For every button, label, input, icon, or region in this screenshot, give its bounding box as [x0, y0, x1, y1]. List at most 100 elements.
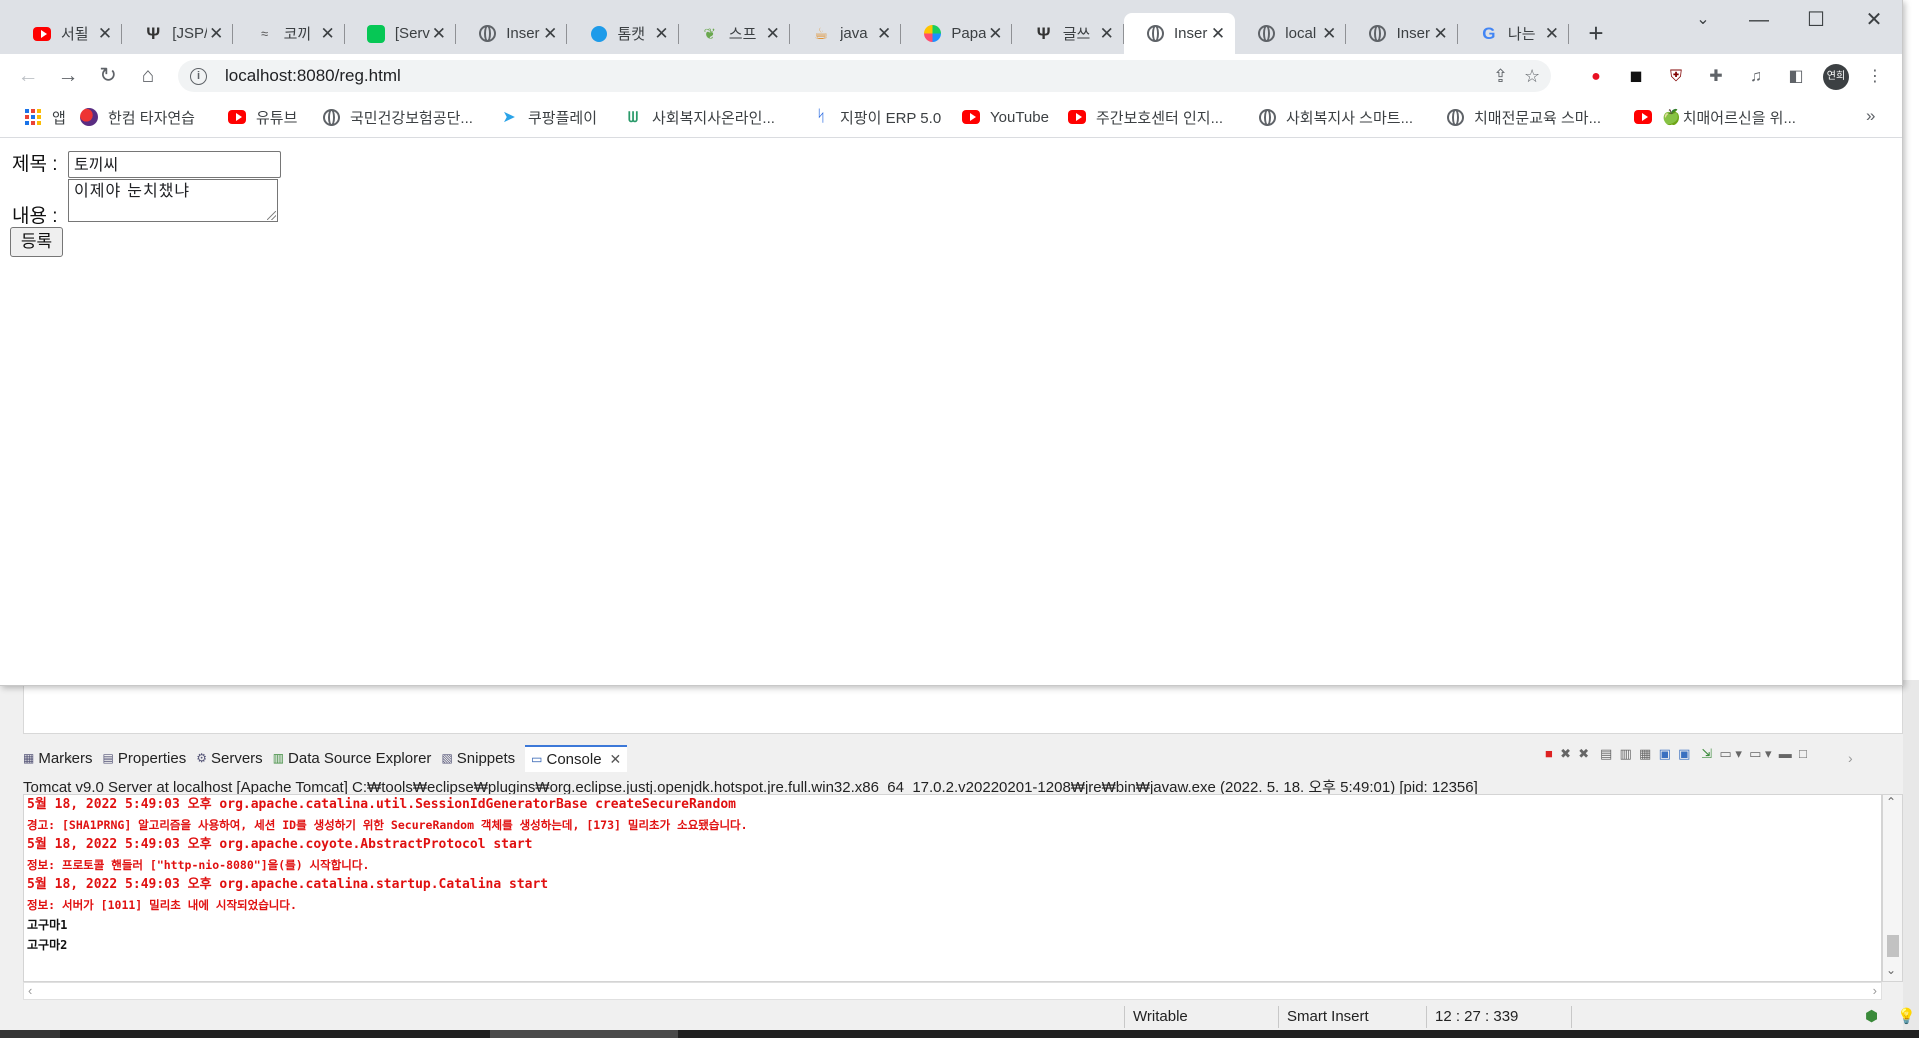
close-icon[interactable]: ✕: [430, 24, 448, 44]
close-icon[interactable]: ✕: [319, 24, 337, 44]
scroll-lock-icon[interactable]: ▥: [1620, 746, 1632, 761]
tab-console[interactable]: ▭ Console ✕: [525, 744, 628, 772]
minimize-icon[interactable]: ▬: [1779, 746, 1792, 761]
content-textarea[interactable]: 이제야 눈치챘냐: [68, 179, 278, 222]
close-icon[interactable]: ✕: [541, 24, 559, 44]
tab-properties[interactable]: ▤ Properties: [103, 750, 187, 767]
close-icon[interactable]: ✕: [653, 24, 671, 44]
close-icon[interactable]: ✕: [875, 24, 893, 44]
browser-tab[interactable]: G 나는 ✕: [1458, 13, 1569, 54]
bookmark-star-icon[interactable]: ☆: [1524, 60, 1540, 92]
bookmark-item[interactable]: YouTube: [962, 105, 1049, 129]
bookmark-item[interactable]: 한컴 타자연습: [80, 105, 195, 129]
bookmark-item[interactable]: ᛋ 지팡이 ERP 5.0: [812, 105, 941, 129]
reload-button[interactable]: ↻: [93, 61, 123, 91]
chevron-down-icon[interactable]: ⌄: [1886, 963, 1896, 977]
tab-markers[interactable]: ▦ Markers: [23, 750, 93, 767]
browser-tab[interactable]: [Serv ✕: [345, 13, 456, 54]
back-button[interactable]: ←: [13, 61, 43, 91]
chevron-down-icon[interactable]: ▾: [1765, 746, 1772, 761]
close-icon[interactable]: ✕: [207, 24, 225, 44]
console-vertical-scrollbar[interactable]: ⌃ ⌄: [1882, 794, 1903, 982]
browser-tab[interactable]: Ψ 글쓰 ✕: [1013, 13, 1124, 54]
browser-tab[interactable]: 서될 ✕: [11, 13, 122, 54]
browser-tab[interactable]: local ✕: [1235, 13, 1347, 54]
bookmark-item[interactable]: 국민건강보험공단...: [322, 105, 473, 129]
browser-tab[interactable]: Papa ✕: [901, 13, 1013, 54]
bookmark-item[interactable]: ➤ 쿠팡플레이: [500, 105, 597, 129]
browser-tab[interactable]: Inser ✕: [456, 13, 568, 54]
scroll-left-icon[interactable]: ‹: [28, 983, 32, 998]
tab-servers[interactable]: ⚙ Servers: [196, 750, 262, 767]
close-icon[interactable]: ✕: [1432, 24, 1450, 44]
side-panel-icon[interactable]: ◧: [1785, 66, 1807, 88]
pin-console-icon[interactable]: ⇲: [1701, 746, 1712, 761]
word-wrap-icon[interactable]: ▦: [1639, 746, 1651, 761]
open-console-icon[interactable]: ▭: [1749, 746, 1761, 761]
ublock-icon[interactable]: ⛨: [1665, 66, 1687, 88]
browser-tab[interactable]: 톰캣 ✕: [568, 13, 679, 54]
console-output[interactable]: 5월 18, 2022 5:49:03 오후 org.apache.catali…: [23, 794, 1882, 982]
browser-tab[interactable]: Ψ [JSP/✕: [122, 13, 234, 54]
opera-extension-icon[interactable]: ●: [1585, 66, 1607, 88]
dark-extension-icon[interactable]: ◼: [1625, 66, 1647, 88]
tab-search-icon[interactable]: ⌄: [1680, 6, 1726, 36]
bookmark-item[interactable]: 주간보호센터 인지...: [1068, 105, 1223, 129]
close-icon[interactable]: ✕: [1209, 24, 1227, 44]
media-control-icon[interactable]: ♫: [1745, 66, 1767, 88]
title-input[interactable]: 토끼씨: [68, 151, 281, 178]
new-tab-button[interactable]: +: [1581, 18, 1611, 49]
show-on-output-icon[interactable]: ▣: [1659, 746, 1671, 761]
scroll-thumb[interactable]: [1887, 935, 1899, 957]
update-icon[interactable]: ⬢: [1865, 1007, 1878, 1025]
bookmark-item[interactable]: 치매전문교육 스마...: [1446, 105, 1601, 129]
browser-tab[interactable]: ❦ 스프 ✕: [679, 13, 790, 54]
site-info-icon[interactable]: i: [190, 67, 207, 85]
bookmark-item[interactable]: ᗯ 사회복지사온라인...: [624, 105, 775, 129]
display-console-icon[interactable]: ▭: [1719, 746, 1731, 761]
show-on-error-icon[interactable]: ▣: [1678, 746, 1690, 761]
close-icon[interactable]: ✕: [1098, 24, 1116, 44]
address-bar[interactable]: i localhost:8080/reg.html ⇪ ☆: [178, 60, 1551, 92]
bookmark-item[interactable]: 🍏 치매어르신을 위...: [1634, 105, 1796, 129]
close-icon[interactable]: ✕: [986, 24, 1004, 44]
bookmarks-more-icon[interactable]: »: [1866, 106, 1875, 126]
close-icon[interactable]: ✕: [764, 24, 782, 44]
close-icon[interactable]: ✕: [1320, 24, 1338, 44]
browser-tab[interactable]: Inser ✕: [1124, 13, 1235, 54]
remove-all-icon[interactable]: ✖: [1578, 746, 1589, 761]
chevron-down-icon[interactable]: ▾: [1735, 746, 1742, 761]
tab-snippets[interactable]: ▧ Snippets: [441, 750, 515, 767]
tab-data-source-explorer[interactable]: ▥ Data Source Explorer: [273, 750, 432, 767]
url-text[interactable]: localhost:8080/reg.html: [225, 66, 401, 86]
browser-tab[interactable]: ≈ 코끼 ✕: [234, 13, 345, 54]
bookmark-item[interactable]: 사회복지사 스마트...: [1258, 105, 1413, 129]
close-window-button[interactable]: ✕: [1851, 6, 1897, 36]
menu-icon[interactable]: ⋮: [1864, 66, 1886, 88]
close-icon[interactable]: ✕: [610, 751, 622, 768]
editor-horizontal-scrollbar[interactable]: ‹ ›: [23, 714, 1853, 766]
resize-handle-icon[interactable]: [267, 211, 276, 220]
scroll-right-icon[interactable]: ›: [1873, 983, 1877, 998]
extensions-puzzle-icon[interactable]: ✚: [1705, 66, 1727, 88]
browser-tab[interactable]: ☕ java ✕: [790, 13, 902, 54]
close-icon[interactable]: ✕: [1543, 24, 1561, 44]
bookmark-item[interactable]: 유튜브: [228, 105, 297, 129]
submit-button[interactable]: 등록: [10, 227, 63, 257]
forward-button[interactable]: →: [53, 61, 83, 91]
browser-tab[interactable]: Inser ✕: [1347, 13, 1458, 54]
console-horizontal-scrollbar[interactable]: ‹ ›: [23, 982, 1882, 1000]
maximize-button[interactable]: ☐: [1793, 6, 1839, 36]
close-icon[interactable]: ✕: [96, 24, 114, 44]
share-icon[interactable]: ⇪: [1493, 60, 1508, 92]
home-button[interactable]: ⌂: [133, 61, 163, 91]
bookmark-item[interactable]: 앱: [24, 105, 66, 129]
clear-console-icon[interactable]: ▤: [1600, 746, 1612, 761]
chevron-up-icon[interactable]: ⌃: [1886, 795, 1896, 809]
minimize-button[interactable]: —: [1736, 6, 1782, 36]
remove-launch-icon[interactable]: ✖: [1560, 746, 1571, 761]
tip-icon[interactable]: 💡: [1897, 1007, 1916, 1025]
terminate-icon[interactable]: ■: [1545, 746, 1553, 761]
profile-avatar[interactable]: 연희: [1823, 64, 1849, 90]
maximize-icon[interactable]: □: [1799, 746, 1807, 761]
